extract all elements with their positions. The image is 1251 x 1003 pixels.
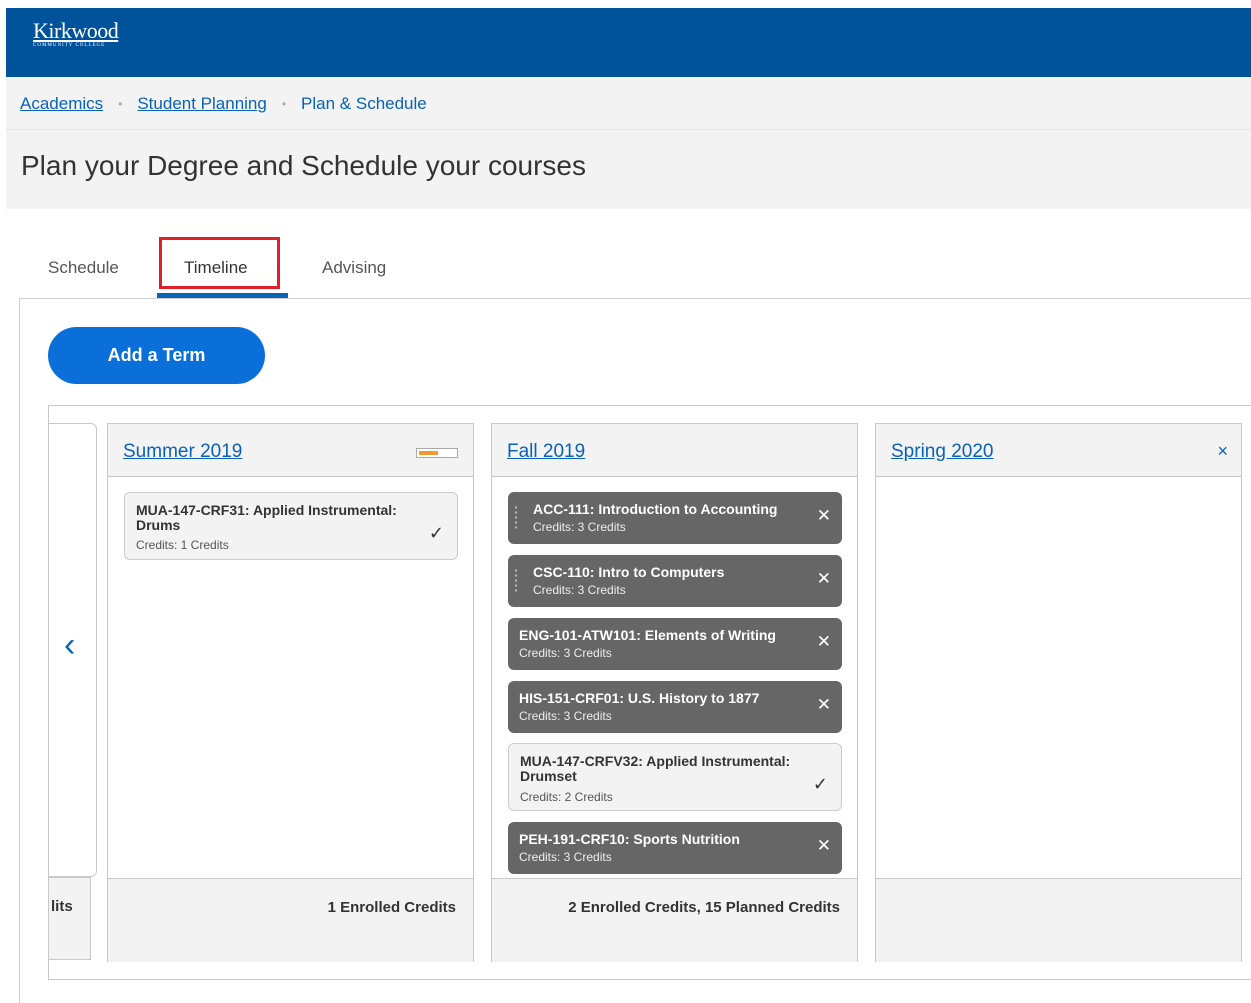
remove-course-icon[interactable]: ✕: [817, 506, 831, 526]
chevron-left-icon[interactable]: ‹: [64, 628, 75, 662]
add-term-button[interactable]: Add a Term: [48, 327, 265, 384]
remove-course-icon[interactable]: ✕: [817, 836, 831, 856]
term-fall-2019: Fall 2019 ACC-111: Introduction to Accou…: [491, 423, 858, 962]
remove-course-icon[interactable]: ✕: [817, 569, 831, 589]
course-credits: Credits: 2 Credits: [520, 790, 613, 804]
course-card[interactable]: ACC-111: Introduction to Accounting Cred…: [508, 492, 842, 544]
breadcrumb-plan-schedule: Plan & Schedule: [301, 94, 427, 113]
tab-schedule[interactable]: Schedule: [48, 258, 119, 278]
breadcrumb-academics[interactable]: Academics: [20, 94, 103, 114]
course-card[interactable]: MUA-147-CRF31: Applied Instrumental: Dru…: [124, 492, 458, 560]
course-card[interactable]: HIS-151-CRF01: U.S. History to 1877 Cred…: [508, 681, 842, 733]
college-logo[interactable]: Kirkwood COMMUNITY COLLEGE: [33, 18, 119, 49]
course-title: ENG-101-ATW101: Elements of Writing: [519, 627, 776, 643]
remove-course-icon[interactable]: ✕: [817, 695, 831, 715]
course-credits: Credits: 3 Credits: [533, 583, 626, 597]
site-header: Kirkwood COMMUNITY COLLEGE: [6, 8, 1251, 77]
term-header: Fall 2019: [492, 424, 857, 477]
remove-course-icon[interactable]: ✕: [817, 632, 831, 652]
course-title: PEH-191-CRF10: Sports Nutrition: [519, 831, 740, 847]
term-header: Summer 2019: [108, 424, 473, 477]
term-spring-2020: Spring 2020 ×: [875, 423, 1242, 962]
title-bar: Plan your Degree and Schedule your cours…: [6, 130, 1251, 209]
tab-advising[interactable]: Advising: [322, 258, 386, 278]
credit-progress-bar: [416, 448, 458, 458]
term-footer: 1 Enrolled Credits: [108, 878, 473, 962]
course-credits: Credits: 3 Credits: [533, 520, 626, 534]
course-credits: Credits: 1 Credits: [136, 538, 229, 552]
breadcrumb-separator: •: [281, 97, 287, 111]
course-card[interactable]: CSC-110: Intro to Computers Credits: 3 C…: [508, 555, 842, 607]
checkmark-icon: ✓: [428, 523, 444, 543]
course-card[interactable]: MUA-147-CRFV32: Applied Instrumental: Dr…: [508, 743, 842, 811]
drag-handle-icon[interactable]: [514, 505, 518, 531]
course-card[interactable]: PEH-191-CRF10: Sports Nutrition Credits:…: [508, 822, 842, 874]
logo-subtitle: COMMUNITY COLLEGE: [33, 43, 106, 48]
course-title: ACC-111: Introduction to Accounting: [533, 501, 778, 517]
term-header: Spring 2020 ×: [876, 424, 1241, 477]
remove-term-icon[interactable]: ×: [1217, 441, 1228, 462]
checkmark-icon: ✓: [812, 774, 828, 794]
course-card[interactable]: ENG-101-ATW101: Elements of Writing Cred…: [508, 618, 842, 670]
breadcrumb-bar: Academics • Student Planning • Plan & Sc…: [6, 77, 1251, 130]
term-name-link[interactable]: Summer 2019: [123, 441, 242, 463]
breadcrumb-separator: •: [118, 97, 123, 111]
previous-term-footer: lits: [49, 877, 91, 960]
term-credits-summary: 2 Enrolled Credits, 15 Planned Credits: [568, 899, 840, 916]
page-title: Plan your Degree and Schedule your cours…: [21, 150, 587, 181]
highlight-box: [159, 237, 280, 289]
course-title: CSC-110: Intro to Computers: [533, 564, 725, 580]
previous-term-credits: lits: [51, 898, 73, 915]
course-credits: Credits: 3 Credits: [519, 850, 612, 864]
active-tab-indicator: [157, 293, 288, 298]
credit-progress-fill: [419, 451, 438, 455]
term-name-link[interactable]: Spring 2020: [891, 441, 993, 463]
term-credits-summary: 1 Enrolled Credits: [327, 899, 456, 916]
term-name-link[interactable]: Fall 2019: [507, 441, 585, 463]
course-credits: Credits: 3 Credits: [519, 709, 612, 723]
breadcrumb-student-planning[interactable]: Student Planning: [137, 94, 267, 114]
term-footer: [876, 878, 1241, 962]
term-footer: 2 Enrolled Credits, 15 Planned Credits: [492, 878, 857, 962]
drag-handle-icon[interactable]: [514, 568, 518, 594]
term-summer-2019: Summer 2019 MUA-147-CRF31: Applied Instr…: [107, 423, 474, 962]
course-credits: Credits: 3 Credits: [519, 646, 612, 660]
course-title: MUA-147-CRF31: Applied Instrumental: Dru…: [136, 502, 397, 533]
course-title: MUA-147-CRFV32: Applied Instrumental: Dr…: [520, 753, 791, 784]
course-title: HIS-151-CRF01: U.S. History to 1877: [519, 690, 760, 706]
breadcrumb: Academics • Student Planning • Plan & Sc…: [20, 94, 427, 114]
logo-name: Kirkwood: [33, 18, 119, 43]
